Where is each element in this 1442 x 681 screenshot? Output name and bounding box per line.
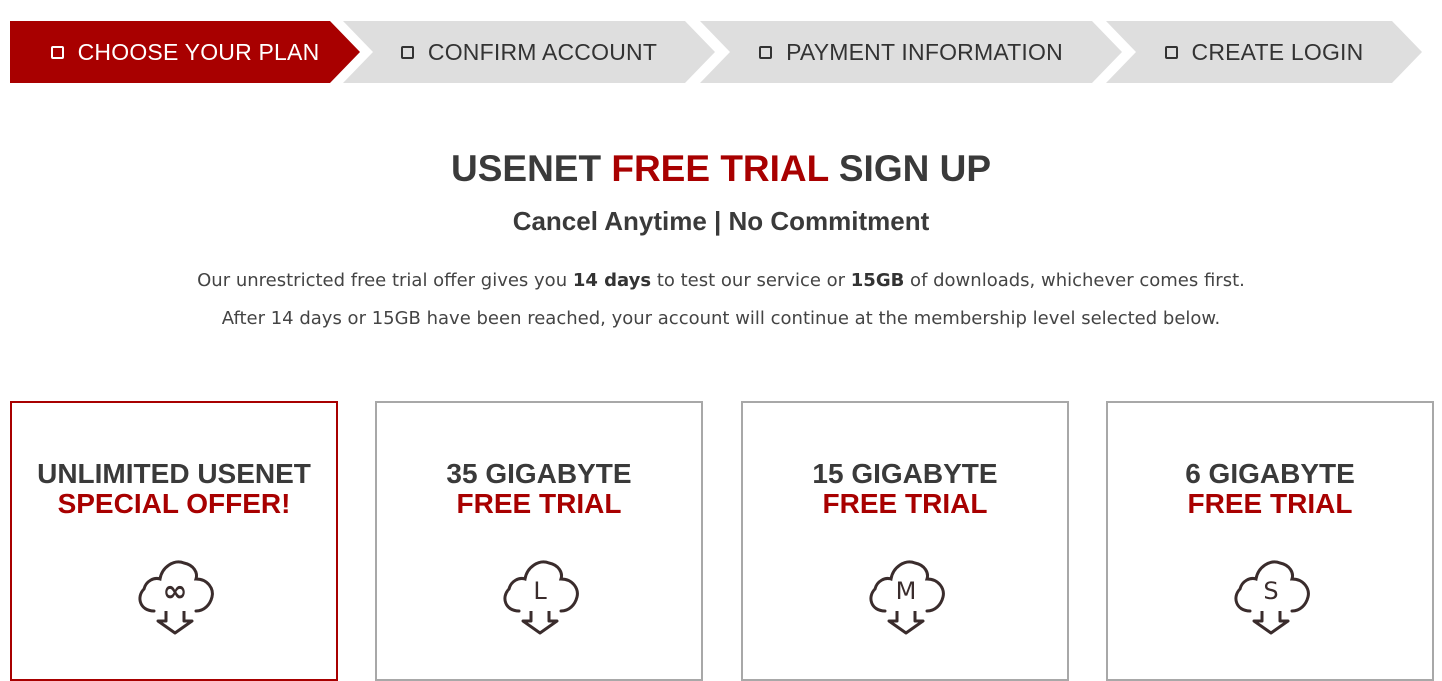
- description-line-2: After 14 days or 15GB have been reached,…: [221, 308, 1221, 329]
- desc-text: of downloads, whichever comes first.: [904, 270, 1245, 291]
- desc-text: to test our service or: [651, 270, 851, 291]
- desc-text: Our unrestricted free trial offer gives …: [197, 270, 573, 291]
- page-subtitle: Cancel Anytime | No Commitment: [512, 206, 930, 236]
- cloud-download-s-icon: S: [1234, 560, 1310, 635]
- step-choose-plan[interactable]: CHOOSE YOUR PLAN: [10, 21, 360, 83]
- icon-glyph: ∞: [163, 574, 188, 609]
- checkbox-icon: [1165, 46, 1178, 59]
- cloud-download-unlimited-icon: ∞: [138, 560, 214, 635]
- description-line-1: Our unrestricted free trial offer gives …: [0, 270, 1442, 291]
- plan-title: UNLIMITED USENET: [37, 458, 311, 489]
- step-payment-information[interactable]: PAYMENT INFORMATION: [700, 21, 1122, 83]
- plan-subtitle: FREE TRIAL: [456, 488, 622, 519]
- title-highlight: FREE TRIAL: [611, 148, 829, 189]
- icon-glyph: M: [896, 577, 917, 605]
- plan-title: 35 GIGABYTE: [446, 458, 632, 489]
- desc-gb: 15GB: [850, 270, 905, 291]
- desc-days: 14 days: [572, 270, 652, 291]
- step-label: CREATE LOGIN: [1191, 38, 1364, 65]
- step-label: CONFIRM ACCOUNT: [427, 38, 658, 65]
- checkbox-icon: [51, 46, 64, 59]
- plan-card-35gb[interactable]: 35 GIGABYTE FREE TRIAL L: [375, 401, 703, 681]
- title-part1: USENET: [451, 148, 612, 189]
- step-create-login[interactable]: CREATE LOGIN: [1106, 21, 1422, 83]
- plan-subtitle: FREE TRIAL: [1187, 488, 1353, 519]
- cloud-download-m-icon: M: [869, 560, 945, 635]
- plan-title: 15 GIGABYTE: [812, 458, 998, 489]
- step-confirm-account[interactable]: CONFIRM ACCOUNT: [343, 21, 715, 83]
- plan-subtitle: SPECIAL OFFER!: [57, 488, 291, 519]
- page-title: USENET FREE TRIAL SIGN UP: [0, 148, 1442, 190]
- checkbox-icon: [401, 46, 414, 59]
- cloud-download-l-icon: L: [503, 560, 579, 635]
- icon-glyph: L: [533, 577, 547, 605]
- signup-progress-steps: CHOOSE YOUR PLAN CONFIRM ACCOUNT PAYMENT…: [10, 21, 1430, 83]
- plan-card-unlimited[interactable]: UNLIMITED USENET SPECIAL OFFER! ∞: [10, 401, 338, 681]
- step-label: CHOOSE YOUR PLAN: [77, 38, 320, 65]
- plan-card-6gb[interactable]: 6 GIGABYTE FREE TRIAL S: [1106, 401, 1434, 681]
- icon-glyph: S: [1263, 577, 1278, 605]
- plan-subtitle: FREE TRIAL: [822, 488, 988, 519]
- checkbox-icon: [759, 46, 772, 59]
- title-part2: SIGN UP: [828, 148, 991, 189]
- step-label: PAYMENT INFORMATION: [786, 38, 1063, 65]
- plan-card-15gb[interactable]: 15 GIGABYTE FREE TRIAL M: [741, 401, 1069, 681]
- plan-title: 6 GIGABYTE: [1185, 458, 1355, 489]
